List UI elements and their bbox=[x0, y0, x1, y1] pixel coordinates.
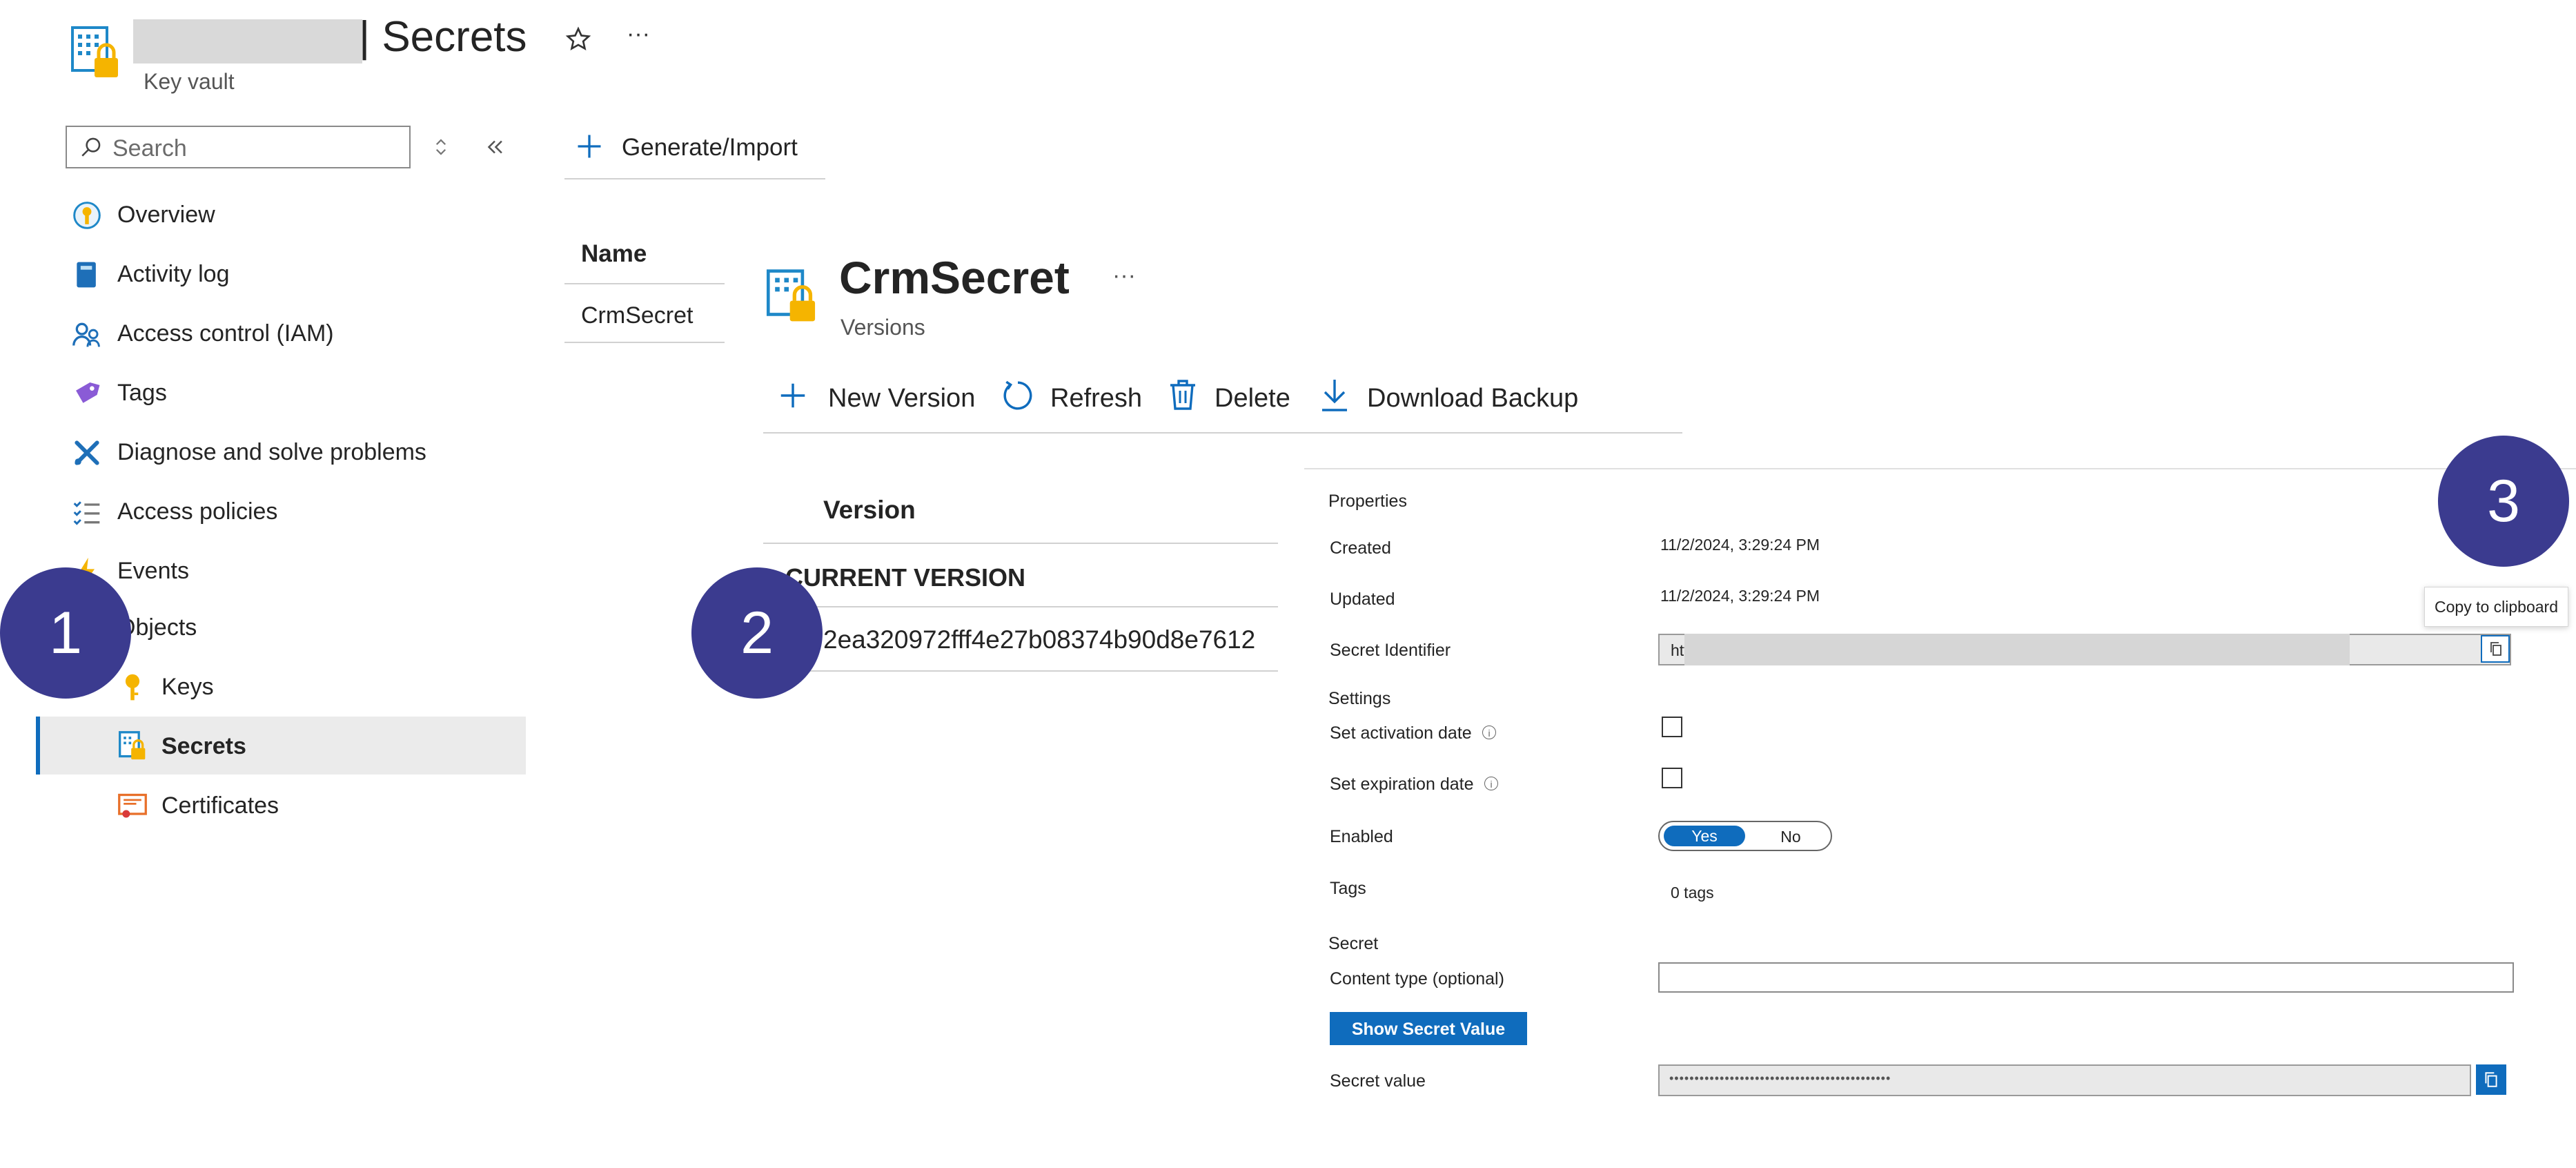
show-secret-value-button[interactable]: Show Secret Value bbox=[1330, 1012, 1527, 1045]
more-options-icon[interactable]: ··· bbox=[627, 21, 650, 48]
properties-top-border bbox=[1304, 468, 2576, 469]
secret-identifier-label: Secret Identifier bbox=[1330, 641, 1451, 660]
expiration-date-label: Set expiration date bbox=[1330, 775, 1474, 794]
plus-icon bbox=[780, 383, 805, 408]
key-vault-icon bbox=[71, 26, 118, 77]
refresh-icon bbox=[1003, 380, 1032, 410]
secret-blade-icon bbox=[766, 269, 816, 322]
expiration-date-checkbox[interactable] bbox=[1662, 768, 1682, 788]
blade-toolbar-divider bbox=[763, 432, 1682, 434]
page-title: | Secrets bbox=[359, 13, 527, 61]
sidebar-selected-background bbox=[36, 717, 526, 775]
star-icon[interactable] bbox=[564, 26, 592, 53]
sidebar-item-label: Overview bbox=[117, 202, 215, 228]
sidebar-item-label: Access control (IAM) bbox=[117, 320, 334, 347]
refresh-label: Refresh bbox=[1050, 384, 1143, 413]
updated-value: 11/2/2024, 3:29:24 PM bbox=[1660, 587, 1820, 605]
activation-date-checkbox[interactable] bbox=[1662, 717, 1682, 737]
copy-identifier-button[interactable] bbox=[2481, 635, 2510, 663]
toolbar-divider bbox=[564, 178, 825, 179]
version-row[interactable]: 2ea320972fff4e27b08374b90d8e7612 bbox=[823, 625, 1255, 654]
sidebar-item-label: Secrets bbox=[161, 733, 246, 759]
callout-badge-3: 3 bbox=[2438, 436, 2569, 567]
tags-link[interactable]: 0 tags bbox=[1671, 884, 1714, 902]
tag-icon bbox=[76, 382, 100, 403]
sidebar-item-label: Events bbox=[117, 558, 189, 584]
download-icon bbox=[1322, 380, 1347, 411]
secret-value-field: ••••••••••••••••••••••••••••••••••••••••… bbox=[1658, 1064, 2471, 1096]
access-control-icon bbox=[72, 322, 100, 347]
certificate-icon bbox=[118, 793, 147, 818]
sidebar-item-label: Tags bbox=[117, 380, 167, 406]
secret-list-item[interactable]: CrmSecret bbox=[581, 302, 693, 329]
secret-title: CrmSecret bbox=[839, 252, 1070, 303]
settings-heading: Settings bbox=[1328, 689, 1391, 708]
created-value: 11/2/2024, 3:29:24 PM bbox=[1660, 536, 1820, 554]
access-policies-icon bbox=[73, 501, 100, 525]
collapse-sidebar-icon[interactable] bbox=[483, 135, 507, 159]
page-subtitle: Key vault bbox=[144, 69, 235, 94]
copy-tooltip: Copy to clipboard bbox=[2424, 587, 2568, 627]
tags-label: Tags bbox=[1330, 879, 1366, 898]
column-header-name: Name bbox=[581, 240, 647, 267]
sidebar-selected-indicator bbox=[36, 717, 40, 775]
identifier-redacted bbox=[1684, 634, 2350, 665]
list-row-divider bbox=[564, 342, 725, 343]
enabled-label: Enabled bbox=[1330, 827, 1393, 846]
search-icon bbox=[81, 137, 101, 157]
overview-icon bbox=[73, 202, 101, 229]
secret-icon bbox=[119, 731, 146, 760]
copy-icon bbox=[2485, 1072, 2497, 1087]
enabled-toggle[interactable]: Yes No bbox=[1658, 821, 1832, 851]
content-type-label: Content type (optional) bbox=[1330, 969, 1504, 989]
content-type-input[interactable] bbox=[1658, 962, 2514, 993]
secret-value-masked: ••••••••••••••••••••••••••••••••••••••••… bbox=[1669, 1071, 1891, 1085]
trash-icon bbox=[1170, 380, 1195, 410]
callout-badge-1: 1 bbox=[0, 567, 131, 699]
info-icon: i bbox=[1484, 777, 1498, 790]
versions-group-divider bbox=[763, 606, 1278, 607]
secret-subtitle: Versions bbox=[840, 315, 925, 340]
sidebar-item-label: Keys bbox=[161, 674, 214, 700]
created-label: Created bbox=[1330, 538, 1391, 558]
search-input[interactable]: Search bbox=[66, 126, 411, 168]
versions-row-divider bbox=[763, 670, 1278, 672]
version-group-header: CURRENT VERSION bbox=[785, 563, 1026, 592]
secret-identifier-field[interactable]: https:// bbox=[1658, 634, 2511, 665]
properties-heading: Properties bbox=[1328, 491, 1407, 511]
delete-label: Delete bbox=[1215, 384, 1290, 413]
generate-import-label: Generate/Import bbox=[622, 134, 798, 161]
enabled-yes-option[interactable]: Yes bbox=[1664, 826, 1745, 846]
vault-name-redacted bbox=[133, 19, 362, 64]
sidebar-item-label: Activity log bbox=[117, 261, 230, 287]
enabled-no-option[interactable]: No bbox=[1763, 826, 1818, 847]
sidebar-item-label: Certificates bbox=[161, 792, 279, 819]
column-header-version: Version bbox=[823, 496, 916, 524]
diagnose-icon bbox=[75, 440, 99, 465]
activity-log-icon bbox=[77, 262, 96, 288]
download-backup-label: Download Backup bbox=[1367, 384, 1579, 413]
search-placeholder: Search bbox=[112, 135, 187, 162]
secret-heading: Secret bbox=[1328, 934, 1379, 953]
expand-collapse-icon[interactable] bbox=[431, 137, 451, 157]
versions-header-divider bbox=[763, 543, 1278, 544]
info-icon: i bbox=[1482, 726, 1496, 739]
list-header-divider bbox=[564, 283, 725, 284]
copy-secret-value-button[interactable] bbox=[2476, 1064, 2506, 1095]
updated-label: Updated bbox=[1330, 590, 1395, 609]
sidebar-item-label: Diagnose and solve problems bbox=[117, 439, 426, 465]
new-version-label: New Version bbox=[828, 384, 976, 413]
copy-icon bbox=[2490, 642, 2501, 656]
callout-badge-2: 2 bbox=[691, 567, 823, 699]
secret-more-options[interactable]: ··· bbox=[1112, 262, 1136, 289]
sidebar-item-label: Access policies bbox=[117, 498, 278, 525]
key-icon bbox=[125, 674, 140, 701]
activation-date-label: Set activation date bbox=[1330, 723, 1472, 743]
secret-value-label: Secret value bbox=[1330, 1071, 1426, 1091]
plus-icon bbox=[578, 135, 601, 158]
